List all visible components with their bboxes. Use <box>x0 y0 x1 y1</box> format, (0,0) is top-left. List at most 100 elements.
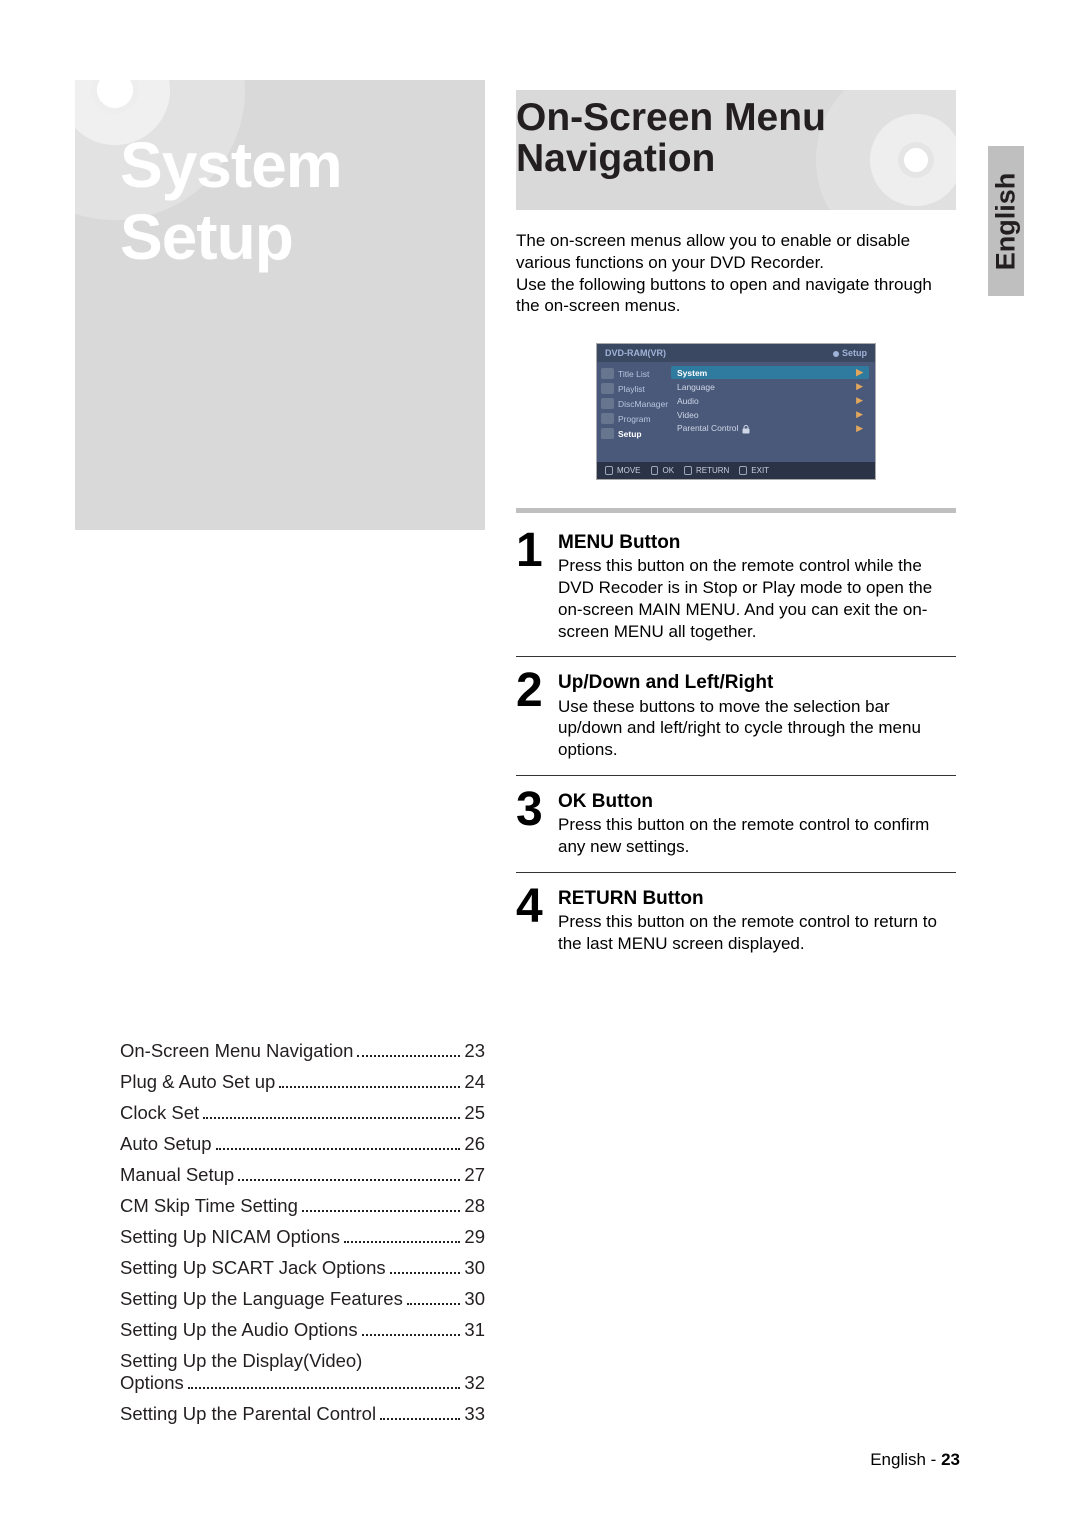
toc-page: 30 <box>464 1257 485 1279</box>
instruction-step: 2Up/Down and Left/RightUse these buttons… <box>516 671 956 761</box>
step-number: 3 <box>516 790 552 858</box>
toc-row: Setting Up SCART Jack Options 30 <box>120 1257 485 1279</box>
toc-leader-dots <box>362 1319 461 1336</box>
toc-page: 25 <box>464 1102 485 1124</box>
osd-menu: System ▶Language ▶Audio ▶Video ▶Parental… <box>669 362 875 462</box>
toc-leader-dots <box>344 1226 460 1243</box>
osd-sidebar-label: Playlist <box>618 384 645 394</box>
osd-hint: EXIT <box>739 466 769 475</box>
osd-menu-label: Audio <box>677 396 699 406</box>
osd-menu-item: System ▶ <box>671 366 869 379</box>
chevron-right-icon: ▶ <box>856 395 863 406</box>
osd-hint: MOVE <box>605 466 641 475</box>
step-number: 1 <box>516 531 552 642</box>
step-title: MENU Button <box>558 532 680 553</box>
osd-hint-key-icon <box>605 466 613 475</box>
osd-hint: OK <box>651 466 675 475</box>
osd-hint-label: EXIT <box>751 466 769 475</box>
osd-sidebar-item: Setup <box>597 426 669 441</box>
step-title: OK Button <box>558 791 653 812</box>
toc-leader-dots <box>203 1102 460 1119</box>
toc-row: CM Skip Time Setting28 <box>120 1195 485 1217</box>
toc-label: Auto Setup <box>120 1133 212 1155</box>
osd-sidebar-item: Title List <box>597 366 669 381</box>
step-body: Press this button on the remote control … <box>558 912 937 953</box>
footer-page-number: 23 <box>941 1450 960 1469</box>
osd-menu-item: Language ▶ <box>671 380 869 393</box>
toc-row: On-Screen Menu Navigation23 <box>120 1040 485 1062</box>
step-number: 2 <box>516 671 552 761</box>
intro-paragraph: The on-screen menus allow you to enable … <box>516 230 956 317</box>
chevron-right-icon: ▶ <box>856 423 863 434</box>
toc-label: Setting Up the Parental Control <box>120 1403 376 1425</box>
toc-leader-dots <box>279 1071 460 1088</box>
subsection-heading-line1: On-Screen Menu <box>516 98 956 139</box>
toc-row: Setting Up the Audio Options 31 <box>120 1319 485 1341</box>
subsection-heading-box: On-Screen Menu Navigation <box>516 90 956 210</box>
osd-menu-item: Video ▶ <box>671 408 869 421</box>
osd-sidebar-label: Title List <box>618 369 649 379</box>
toc-page: 26 <box>464 1133 485 1155</box>
instruction-step: 4RETURN ButtonPress this button on the r… <box>516 887 956 955</box>
toc-label: Setting Up the Language Features <box>120 1288 403 1310</box>
osd-hint-label: MOVE <box>617 466 641 475</box>
osd-hint-label: RETURN <box>696 466 729 475</box>
osd-sidebar-item: Program <box>597 411 669 426</box>
osd-menu-label: Video <box>677 410 699 420</box>
step-number: 4 <box>516 887 552 955</box>
footer-language: English - <box>870 1450 941 1469</box>
toc-row: Auto Setup 26 <box>120 1133 485 1155</box>
toc-leader-dots <box>380 1403 460 1420</box>
toc-label: Setting Up the Audio Options <box>120 1319 358 1341</box>
osd-hint: RETURN <box>684 466 729 475</box>
osd-menu-item: Parental Control ▶ <box>671 422 869 435</box>
osd-sidebar-item: Playlist <box>597 381 669 396</box>
toc-label: CM Skip Time Setting <box>120 1195 298 1217</box>
osd-sidebar-icon <box>601 398 614 409</box>
toc-row: Plug & Auto Set up24 <box>120 1071 485 1093</box>
toc-label: Manual Setup <box>120 1164 234 1186</box>
page-footer: English - 23 <box>870 1450 960 1470</box>
divider <box>516 508 956 513</box>
toc-page: 31 <box>464 1319 485 1341</box>
toc-page: 30 <box>464 1288 485 1310</box>
osd-sidebar: Title List Playlist DiscManager Program Setu… <box>597 362 669 462</box>
language-tab: English <box>988 146 1024 296</box>
toc-label: Options <box>120 1372 184 1394</box>
toc-page: 32 <box>464 1372 485 1394</box>
osd-menu-label: Parental Control <box>677 423 751 433</box>
toc-label: On-Screen Menu Navigation <box>120 1040 353 1062</box>
toc-leader-dots <box>407 1288 461 1305</box>
osd-screenshot: DVD-RAM(VR) Setup Title List Playlist Disc… <box>596 343 876 480</box>
toc-label: Clock Set <box>120 1102 199 1124</box>
toc-label: Setting Up NICAM Options <box>120 1226 340 1248</box>
toc-leader-dots <box>216 1133 461 1150</box>
table-of-contents: On-Screen Menu Navigation23 Plug & Auto S… <box>120 1040 485 1434</box>
toc-row: Setting Up the Parental Control33 <box>120 1403 485 1425</box>
chevron-right-icon: ▶ <box>856 409 863 420</box>
osd-sidebar-icon <box>601 428 614 439</box>
osd-sidebar-item: DiscManager <box>597 396 669 411</box>
toc-label: Setting Up SCART Jack Options <box>120 1257 386 1279</box>
osd-menu-label: Language <box>677 382 715 392</box>
toc-leader-dots <box>390 1257 461 1274</box>
divider <box>516 656 956 657</box>
osd-hint-key-icon <box>651 466 659 475</box>
instruction-step: 3OK ButtonPress this button on the remot… <box>516 790 956 858</box>
toc-label: Setting Up the Display(Video) <box>120 1350 485 1372</box>
divider <box>516 775 956 776</box>
section-title-line2: Setup <box>120 202 470 274</box>
osd-sidebar-icon <box>601 368 614 379</box>
toc-label: Plug & Auto Set up <box>120 1071 275 1093</box>
osd-menu-item: Audio ▶ <box>671 394 869 407</box>
section-title-line1: System <box>120 130 470 202</box>
toc-leader-dots <box>188 1372 461 1389</box>
step-body: Press this button on the remote control … <box>558 556 932 640</box>
toc-leader-dots <box>357 1040 460 1057</box>
osd-sidebar-label: Setup <box>618 429 642 439</box>
osd-top-left: DVD-RAM(VR) <box>605 348 666 358</box>
osd-sidebar-label: DiscManager <box>618 399 668 409</box>
toc-leader-dots <box>302 1195 461 1212</box>
step-title: Up/Down and Left/Right <box>558 672 773 693</box>
osd-hint-key-icon <box>739 466 747 475</box>
